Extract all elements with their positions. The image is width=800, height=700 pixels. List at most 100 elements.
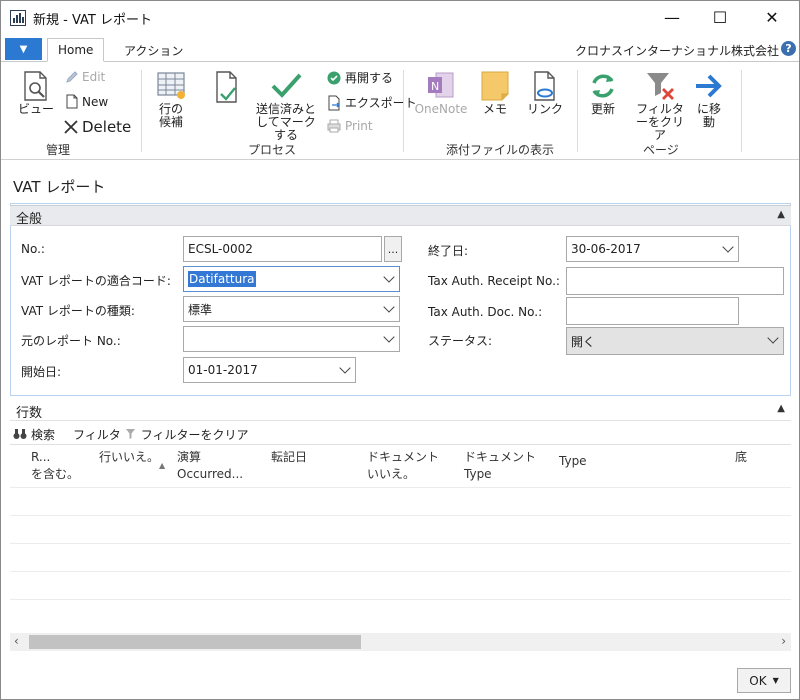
chevron-down-icon[interactable]	[383, 331, 395, 343]
start-date-field[interactable]: 01-01-2017	[183, 357, 356, 383]
suggest-lines-button[interactable]: 行の 候補	[149, 69, 193, 129]
clear-filter-button[interactable]: フィルタ ーをクリア	[633, 69, 687, 142]
no-lookup-button[interactable]: ...	[384, 236, 402, 262]
no-label: No.:	[21, 242, 45, 256]
ribbon: ビュー Edit New Delete 管理 行の 候補 送信済みと してマーク…	[1, 61, 799, 160]
link-icon	[534, 71, 555, 101]
export-icon	[328, 95, 340, 110]
report-type-value: 標準	[188, 302, 213, 317]
view-icon	[24, 71, 47, 101]
column-header-document-type[interactable]: ドキュメント Type	[464, 449, 536, 483]
memo-label: メモ	[482, 102, 507, 116]
chevron-down-icon[interactable]	[339, 362, 351, 374]
start-date-value: 01-01-2017	[188, 363, 258, 377]
config-code-value: Datifattura	[188, 271, 256, 287]
config-code-label: VAT レポートの適合コード:	[21, 274, 171, 288]
lines-clear-filter-button[interactable]: フィルターをクリア	[141, 426, 249, 443]
column-header-document-no[interactable]: ドキュメント いいえ。	[367, 449, 439, 483]
link-label: リンク	[526, 102, 563, 116]
export-label: エクスポート	[345, 96, 417, 110]
view-button[interactable]: ビュー	[14, 69, 58, 116]
ok-button[interactable]: OK ▼	[737, 668, 791, 693]
attachments-group-label: 添付ファイルの表示	[446, 143, 555, 157]
delete-button[interactable]: Delete	[63, 118, 131, 136]
doc-no-field[interactable]	[566, 297, 739, 325]
clear-filter-label: フィルタ ーをクリア	[635, 102, 684, 142]
reopen-label: 再開する	[345, 71, 394, 85]
report-type-label: VAT レポートの種類:	[21, 304, 135, 318]
close-button[interactable]: ✕	[749, 1, 795, 33]
original-report-label: 元のレポート No.:	[21, 334, 121, 348]
minimize-button[interactable]: —	[649, 1, 695, 33]
receipt-no-field[interactable]	[566, 267, 784, 295]
scrollbar-thumb[interactable]	[29, 635, 361, 649]
help-icon[interactable]: ?	[781, 41, 796, 56]
config-code-field[interactable]: Datifattura	[183, 266, 400, 292]
edit-button[interactable]: Edit	[65, 70, 105, 84]
collapse-icon[interactable]: ▲	[777, 209, 785, 220]
mark-submitted-button[interactable]: 送信済みと してマークする	[251, 69, 321, 142]
release-document-icon	[216, 71, 237, 103]
column-header-posting-date[interactable]: 転記日	[271, 449, 307, 466]
new-button[interactable]: New	[65, 94, 108, 109]
tab-action[interactable]: アクション	[114, 38, 193, 62]
onenote-button[interactable]: N OneNote	[413, 69, 469, 116]
memo-icon	[481, 71, 509, 101]
ok-label: OK	[749, 673, 767, 688]
scroll-right-icon[interactable]: ›	[781, 634, 786, 648]
lines-header-label: 行数	[16, 406, 43, 421]
vat-report-window: 新規 - VAT レポート — ☐ ✕ ▼ Home アクション クロナスインタ…	[0, 0, 800, 700]
report-type-field[interactable]: 標準	[183, 296, 400, 322]
link-button[interactable]: リンク	[525, 69, 565, 116]
column-header-occurred[interactable]: 演算 Occurred...	[177, 449, 243, 483]
new-label: New	[82, 94, 109, 109]
grid-divider	[10, 444, 791, 445]
delete-x-icon	[64, 120, 78, 134]
tab-home[interactable]: Home	[47, 38, 105, 62]
end-date-field[interactable]: 30-06-2017	[566, 236, 739, 262]
lines-filter-button[interactable]: フィルタ	[73, 426, 121, 443]
end-date-value: 30-06-2017	[571, 242, 641, 256]
print-button[interactable]: Print	[326, 119, 373, 133]
chevron-down-icon[interactable]	[383, 301, 395, 313]
scroll-left-icon[interactable]: ‹	[14, 634, 19, 648]
reopen-icon	[327, 71, 341, 84]
page-title: VAT レポート	[13, 178, 106, 196]
column-header-base[interactable]: 底	[735, 449, 747, 466]
lines-search-button[interactable]: 検索	[31, 426, 55, 443]
chevron-down-icon[interactable]	[383, 271, 395, 283]
lines-fasttab-header[interactable]: 行数 ▲	[10, 400, 791, 421]
suggest-lines-label: 行の 候補	[158, 102, 183, 129]
status-field[interactable]: 開く	[566, 327, 784, 355]
app-icon	[10, 10, 26, 26]
status-label: ステータス:	[428, 334, 493, 348]
collapse-icon[interactable]: ▲	[777, 403, 785, 414]
memo-button[interactable]: メモ	[475, 69, 515, 116]
maximize-button[interactable]: ☐	[697, 1, 743, 33]
reopen-button[interactable]: 再開する	[326, 69, 393, 86]
column-header-type[interactable]: Type	[559, 453, 587, 470]
goto-button[interactable]: に移 動	[691, 69, 727, 129]
clear-filter-icon	[647, 73, 674, 100]
refresh-button[interactable]: 更新	[585, 69, 621, 116]
grid-row-line	[10, 487, 791, 488]
mark-submitted-label: 送信済みと してマークする	[255, 102, 316, 142]
grid-row-line	[10, 571, 791, 572]
column-header-included[interactable]: R... を含む。	[31, 449, 79, 483]
delete-label: Delete	[82, 118, 132, 136]
general-fasttab-header[interactable]: 全般 ▲	[10, 205, 791, 227]
file-menu-button[interactable]: ▼	[5, 38, 42, 60]
binoculars-icon	[13, 429, 27, 439]
manage-group-label: 管理	[46, 143, 71, 157]
chevron-down-icon[interactable]	[767, 332, 779, 344]
no-field[interactable]: ECSL-0002	[183, 236, 382, 262]
new-document-icon	[66, 94, 78, 109]
refresh-label: 更新	[590, 102, 615, 116]
original-report-field[interactable]	[183, 326, 400, 352]
horizontal-scrollbar[interactable]: ‹ ›	[10, 633, 791, 651]
doc-no-label: Tax Auth. Doc. No.:	[428, 305, 543, 319]
no-value: ECSL-0002	[188, 242, 253, 256]
chevron-down-icon[interactable]	[722, 241, 734, 253]
column-header-line-no[interactable]: 行いいえ。	[99, 449, 159, 466]
release-button[interactable]	[204, 69, 248, 109]
